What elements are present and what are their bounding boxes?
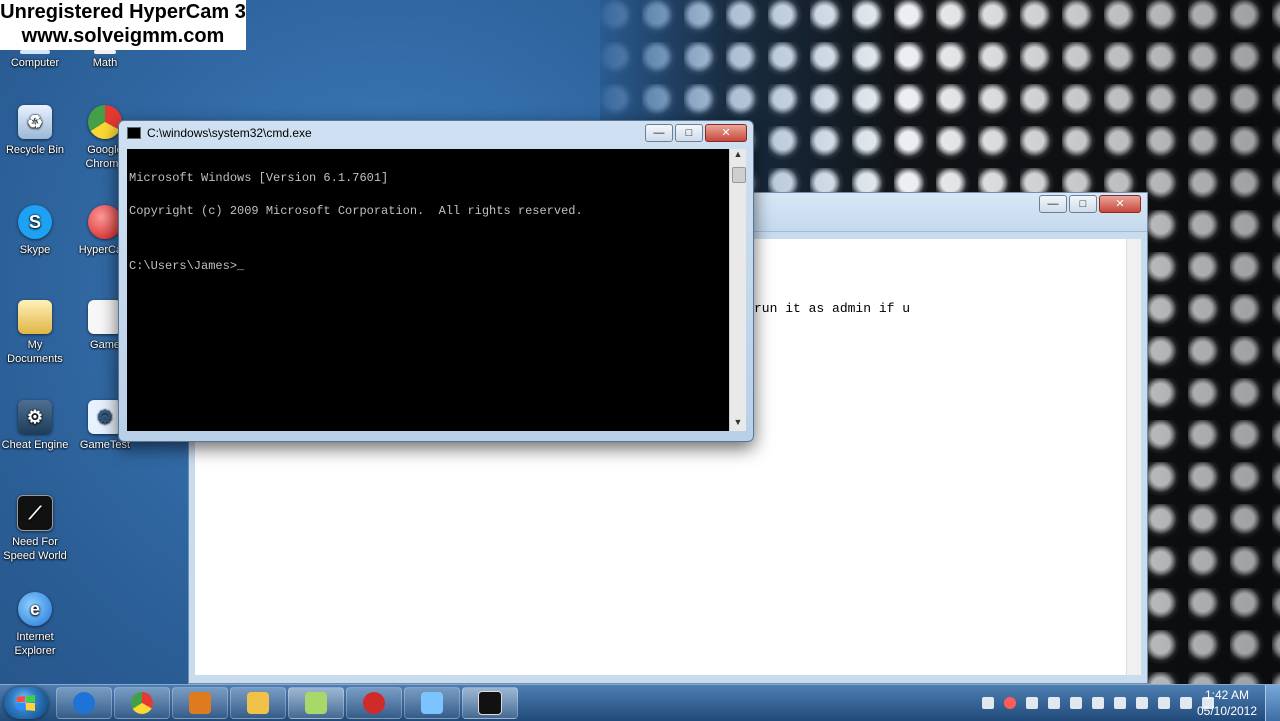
system-tray bbox=[982, 685, 1214, 721]
file-icon bbox=[88, 300, 122, 334]
clock[interactable]: 1:42 AM 05/10/2012 bbox=[1192, 687, 1262, 719]
clock-date: 05/10/2012 bbox=[1196, 704, 1258, 718]
close-button[interactable]: ✕ bbox=[1099, 195, 1141, 213]
close-button[interactable]: ✕ bbox=[705, 124, 747, 142]
action-center-flag-icon[interactable] bbox=[1136, 697, 1148, 709]
desktop-icon-label: Cheat Engine bbox=[1, 439, 69, 451]
start-button[interactable] bbox=[4, 687, 48, 719]
minimize-button[interactable]: — bbox=[645, 124, 673, 142]
watermark-line-2: www.solveigmm.com bbox=[21, 25, 225, 47]
taskbar-chrome[interactable] bbox=[114, 687, 170, 719]
scroll-up-arrow[interactable]: ▲ bbox=[730, 149, 746, 163]
taskbar-internet-explorer[interactable] bbox=[56, 687, 112, 719]
hypercam-icon bbox=[88, 205, 122, 239]
hypercam-watermark: Unregistered HyperCam 3 www.solveigmm.co… bbox=[0, 0, 246, 50]
signal-icon[interactable] bbox=[1180, 697, 1192, 709]
desktop-icon-label: My Documents bbox=[7, 339, 63, 365]
cmd-window[interactable]: C:\windows\system32\cmd.exe — □ ✕ Micros… bbox=[118, 120, 754, 442]
screen-icon[interactable] bbox=[1092, 697, 1104, 709]
desktop-icon-math[interactable]: Math bbox=[70, 50, 140, 70]
vertical-scrollbar[interactable] bbox=[1126, 239, 1141, 675]
keyboard-icon[interactable] bbox=[982, 697, 994, 709]
taskbar-sticky-notes[interactable] bbox=[288, 687, 344, 719]
desktop-icon-label: Math bbox=[92, 57, 118, 69]
cmd-scrollbar[interactable]: ▲ ▼ bbox=[729, 149, 746, 431]
taskbar-cmd[interactable] bbox=[462, 687, 518, 719]
file-icon bbox=[94, 50, 116, 54]
watermark-line-1: Unregistered HyperCam 3 bbox=[0, 1, 246, 23]
scroll-down-arrow[interactable]: ▼ bbox=[730, 417, 746, 431]
chrome-icon bbox=[88, 105, 122, 139]
scroll-thumb[interactable] bbox=[732, 167, 746, 183]
desktop-icon-label: Computer bbox=[10, 57, 60, 69]
desktop-icon-label: Need For Speed World bbox=[3, 536, 67, 562]
recycle-bin-icon: ♻ bbox=[18, 105, 52, 139]
console-line: C:\Users\James>_ bbox=[129, 259, 245, 273]
folder-icon bbox=[18, 300, 52, 334]
desktop-icon-my-documents[interactable]: My Documents bbox=[0, 300, 70, 366]
cmd-window-controls: — □ ✕ bbox=[645, 124, 747, 142]
record-icon bbox=[363, 692, 385, 714]
minimize-button[interactable]: — bbox=[1039, 195, 1067, 213]
folder-icon bbox=[247, 692, 269, 714]
desktop-icon-recycle-bin[interactable]: ♻ Recycle Bin bbox=[0, 105, 70, 157]
chrome-icon bbox=[131, 692, 153, 714]
camera-icon[interactable] bbox=[1048, 697, 1060, 709]
internet-explorer-icon bbox=[73, 692, 95, 714]
cheat-engine-icon: ⚙ bbox=[18, 400, 52, 434]
maximize-button[interactable]: □ bbox=[675, 124, 703, 142]
clock-time: 1:42 AM bbox=[1204, 688, 1250, 702]
show-hidden-icons-icon[interactable] bbox=[1114, 697, 1126, 709]
desktop-icon-label: Recycle Bin bbox=[5, 144, 65, 156]
desktop-icon-skype[interactable]: S Skype bbox=[0, 205, 70, 257]
hypercam-pause-icon[interactable] bbox=[1004, 697, 1016, 709]
taskbar-hypercam[interactable] bbox=[346, 687, 402, 719]
pen-icon[interactable] bbox=[1070, 697, 1082, 709]
desktop-icon-cheat-engine[interactable]: ⚙ Cheat Engine bbox=[0, 400, 70, 452]
show-desktop-button[interactable] bbox=[1265, 685, 1280, 721]
taskbar-explorer[interactable] bbox=[230, 687, 286, 719]
terminal-icon bbox=[478, 691, 502, 715]
stop-icon[interactable] bbox=[1026, 697, 1038, 709]
console-line: Microsoft Windows [Version 6.1.7601] bbox=[129, 171, 389, 185]
desktop-icon-label: Internet Explorer bbox=[14, 631, 56, 657]
skype-icon: S bbox=[18, 205, 52, 239]
desktop-icon-label: Skype bbox=[19, 244, 51, 256]
maximize-button[interactable]: □ bbox=[1069, 195, 1097, 213]
note-icon bbox=[305, 692, 327, 714]
taskbar-notepad[interactable] bbox=[404, 687, 460, 719]
background-window-controls: — □ ✕ bbox=[1039, 195, 1141, 213]
cmd-console[interactable]: Microsoft Windows [Version 6.1.7601] Cop… bbox=[127, 149, 729, 431]
taskbar: 1:42 AM 05/10/2012 bbox=[0, 684, 1280, 721]
media-player-icon bbox=[189, 692, 211, 714]
notepad-icon bbox=[421, 692, 443, 714]
internet-explorer-icon: e bbox=[18, 592, 52, 626]
computer-icon bbox=[20, 50, 50, 54]
desktop-icon-internet-explorer[interactable]: e Internet Explorer bbox=[0, 592, 70, 658]
desktop-icon-need-for-speed-world[interactable]: ⟋ Need For Speed World bbox=[0, 495, 70, 563]
console-line: Copyright (c) 2009 Microsoft Corporation… bbox=[129, 204, 583, 218]
settings-file-icon: ⚙ bbox=[88, 400, 122, 434]
windows-logo-icon bbox=[17, 695, 35, 711]
game-icon: ⟋ bbox=[17, 495, 53, 531]
document-visible-text: run it as admin if u bbox=[754, 301, 911, 316]
desktop-icon-computer[interactable]: Computer bbox=[0, 50, 70, 70]
taskbar-media-player[interactable] bbox=[172, 687, 228, 719]
network-icon[interactable] bbox=[1158, 697, 1170, 709]
